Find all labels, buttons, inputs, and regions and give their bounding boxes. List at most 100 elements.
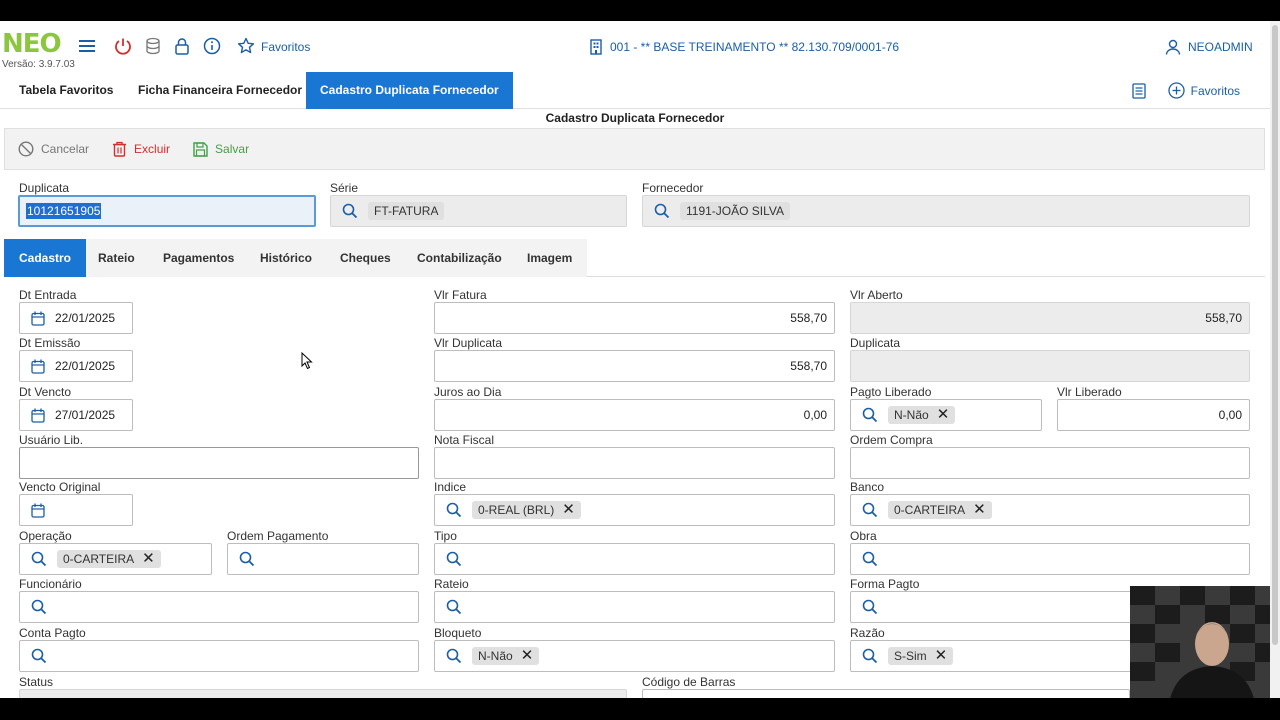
user-menu[interactable]: NEOADMIN — [1165, 39, 1253, 55]
duplicata-input[interactable]: 10121651905 — [18, 195, 316, 227]
calendar-icon[interactable] — [31, 359, 45, 374]
serie-lookup[interactable]: FT-FATURA — [330, 195, 627, 227]
clear-icon[interactable]: ✕ — [562, 502, 575, 517]
tab-rateio[interactable]: Rateio — [98, 239, 135, 277]
fornecedor-lookup[interactable]: 1191-JOÃO SILVA — [642, 195, 1250, 227]
codigo-barras-label: Código de Barras — [642, 675, 736, 689]
search-icon[interactable] — [446, 551, 462, 567]
top-bar: NEO Versão: 3.9.7.03 Favoritos 001 - ** … — [0, 21, 1280, 71]
tabstrip-actions: Favoritos — [1131, 82, 1240, 99]
status-field[interactable] — [19, 689, 627, 698]
vlr-duplicata-input[interactable]: 558,70 — [434, 350, 835, 382]
vlr-duplicata-value: 558,70 — [790, 359, 827, 373]
fornecedor-chip: 1191-JOÃO SILVA — [680, 202, 791, 220]
vlr-liberado-input[interactable]: 0,00 — [1057, 399, 1250, 431]
razao-label: Razão — [850, 626, 885, 640]
cancel-button[interactable]: Cancelar — [18, 141, 89, 157]
search-icon[interactable] — [862, 551, 878, 567]
tab-cadastro[interactable]: Cadastro — [4, 239, 87, 277]
clear-icon[interactable]: ✕ — [142, 551, 155, 566]
juros-input[interactable]: 0,00 — [434, 399, 835, 431]
juros-label: Juros ao Dia — [434, 385, 502, 399]
tipo-lookup[interactable] — [434, 543, 835, 575]
codigo-barras-input[interactable] — [642, 689, 1130, 698]
star-icon[interactable] — [237, 37, 255, 55]
search-icon[interactable] — [342, 203, 358, 219]
bloqueto-value: N-Não — [478, 649, 513, 663]
ordem-pagamento-lookup[interactable] — [227, 543, 419, 575]
favorites-link[interactable]: Favoritos — [261, 40, 310, 54]
status-label: Status — [19, 675, 54, 689]
calendar-icon[interactable] — [31, 408, 45, 423]
operacao-lookup[interactable]: 0-CARTEIRA ✕ — [19, 543, 212, 575]
delete-label: Excluir — [134, 142, 171, 156]
pagto-liberado-chip: N-Não ✕ — [888, 406, 956, 424]
banco-lookup[interactable]: 0-CARTEIRA ✕ — [850, 494, 1250, 526]
search-icon[interactable] — [31, 599, 47, 615]
bloqueto-chip: N-Não ✕ — [472, 647, 540, 665]
indice-lookup[interactable]: 0-REAL (BRL) ✕ — [434, 494, 835, 526]
calendar-icon[interactable] — [31, 503, 45, 518]
menu-icon[interactable] — [79, 37, 97, 55]
search-icon[interactable] — [31, 551, 47, 567]
vlr-fatura-value: 558,70 — [790, 311, 827, 325]
funcionario-lookup[interactable] — [19, 591, 419, 623]
funcionario-label: Funcionário — [19, 577, 82, 591]
dt-emissao-field[interactable]: 22/01/2025 — [19, 350, 133, 382]
search-icon[interactable] — [862, 502, 878, 518]
search-icon[interactable] — [862, 407, 878, 423]
search-icon[interactable] — [862, 648, 878, 664]
scroll-thumb[interactable] — [1272, 25, 1278, 645]
duplicata-label: Duplicata — [19, 181, 70, 195]
vencto-original-field[interactable] — [19, 494, 133, 526]
document-list-icon[interactable] — [1131, 82, 1146, 99]
save-button[interactable]: Salvar — [193, 141, 249, 157]
search-icon[interactable] — [654, 203, 670, 219]
calendar-icon[interactable] — [31, 311, 45, 326]
delete-button[interactable]: Excluir — [112, 141, 170, 157]
obra-lookup[interactable] — [850, 543, 1250, 575]
tab-historico[interactable]: Histórico — [260, 239, 312, 277]
rateio-lookup[interactable] — [434, 591, 835, 623]
clear-icon[interactable]: ✕ — [937, 407, 950, 422]
database-icon[interactable] — [144, 37, 162, 55]
ordem-compra-input[interactable] — [850, 447, 1250, 479]
vlr-fatura-input[interactable]: 558,70 — [434, 302, 835, 334]
add-favorite-label: Favoritos — [1190, 83, 1240, 98]
conta-pagto-lookup[interactable] — [19, 640, 419, 672]
search-icon[interactable] — [446, 502, 462, 518]
clear-icon[interactable]: ✕ — [935, 648, 948, 663]
search-icon[interactable] — [446, 648, 462, 664]
search-icon[interactable] — [446, 599, 462, 615]
tab-imagem[interactable]: Imagem — [527, 239, 572, 277]
indice-chip: 0-REAL (BRL) ✕ — [472, 501, 581, 519]
tab-contabilizacao[interactable]: Contabilização — [417, 239, 502, 277]
add-favorite-button[interactable]: Favoritos — [1167, 82, 1240, 99]
search-icon[interactable] — [862, 599, 878, 615]
tab-ficha-financeira[interactable]: Ficha Financeira Fornecedor — [138, 72, 302, 109]
lock-icon[interactable] — [173, 37, 191, 55]
vertical-scrollbar[interactable] — [1270, 21, 1280, 698]
pagto-liberado-value: N-Não — [894, 408, 929, 422]
dt-vencto-field[interactable]: 27/01/2025 — [19, 399, 133, 431]
power-icon[interactable] — [114, 37, 132, 55]
usuario-lib-input[interactable] — [19, 447, 419, 479]
clear-icon[interactable]: ✕ — [973, 502, 986, 517]
clear-icon[interactable]: ✕ — [521, 648, 534, 663]
tab-pagamentos[interactable]: Pagamentos — [163, 239, 234, 277]
company-selector[interactable]: 001 - ** BASE TREINAMENTO ** 82.130.709/… — [590, 39, 899, 55]
dt-entrada-field[interactable]: 22/01/2025 — [19, 302, 133, 334]
nota-fiscal-input[interactable] — [434, 447, 835, 479]
bloqueto-lookup[interactable]: N-Não ✕ — [434, 640, 835, 672]
tab-cadastro-duplicata[interactable]: Cadastro Duplicata Fornecedor — [306, 72, 513, 109]
search-icon[interactable] — [239, 551, 255, 567]
tab-cheques[interactable]: Cheques — [340, 239, 391, 277]
info-icon[interactable] — [203, 37, 221, 55]
duplicata-value: 10121651905 — [26, 203, 102, 219]
cancel-icon — [18, 141, 34, 157]
pagto-liberado-lookup[interactable]: N-Não ✕ — [850, 399, 1042, 431]
tab-tabela-favoritos[interactable]: Tabela Favoritos — [19, 72, 113, 109]
version-text: Versão: 3.9.7.03 — [2, 59, 75, 70]
banco-value: 0-CARTEIRA — [894, 503, 966, 517]
search-icon[interactable] — [31, 648, 47, 664]
